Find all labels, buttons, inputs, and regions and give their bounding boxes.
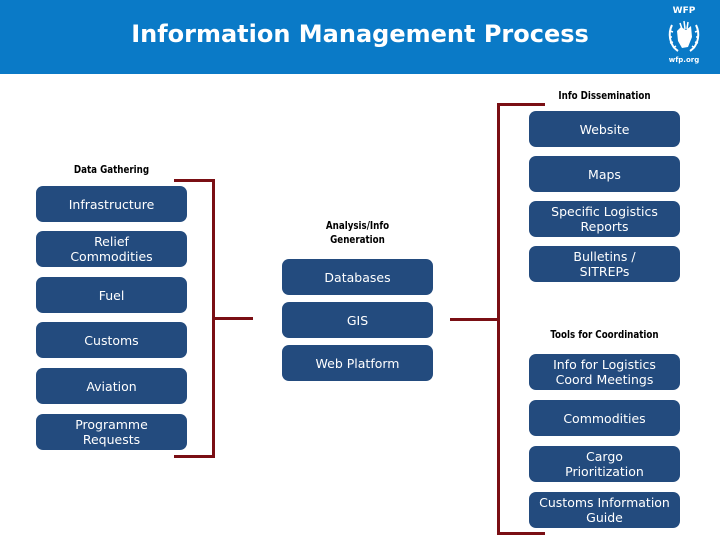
box-bulletins-sitreps: Bulletins / SITREPs	[529, 246, 680, 282]
left-bracket-top	[174, 179, 215, 182]
left-bracket-connector	[212, 317, 253, 320]
box-gis: GIS	[282, 302, 433, 338]
wfp-emblem-icon	[668, 20, 700, 52]
box-commodities: Commodities	[529, 400, 680, 436]
right-bracket-bottom	[497, 532, 545, 535]
left-bracket-bottom	[174, 455, 215, 458]
box-infrastructure: Infrastructure	[36, 186, 187, 222]
box-maps: Maps	[529, 156, 680, 192]
page-title: Information Management Process	[131, 20, 589, 48]
header-banner: Information Management Process WFP wfp.o…	[0, 0, 720, 74]
box-aviation: Aviation	[36, 368, 187, 404]
right-bracket-connector	[450, 318, 499, 321]
right-bracket-top	[497, 103, 545, 106]
data-gathering-label: Data Gathering	[73, 163, 150, 176]
info-dissemination-label: Info Dissemination	[558, 89, 651, 102]
box-programme-requests: Programme Requests	[36, 414, 187, 450]
box-web-platform: Web Platform	[282, 345, 433, 381]
box-fuel: Fuel	[36, 277, 187, 313]
box-specific-logistics-reports: Specific Logistics Reports	[529, 201, 680, 237]
box-customs-information-guide: Customs Information Guide	[529, 492, 680, 528]
box-info-logistics-meetings: Info for Logistics Coord Meetings	[529, 354, 680, 390]
logo-name: WFP	[672, 6, 696, 16]
tools-for-coordination-label: Tools for Coordination	[550, 328, 659, 341]
box-relief-commodities: Relief Commodities	[36, 231, 187, 267]
logo-url: wfp.org	[668, 56, 700, 64]
analysis-label: Analysis/Info Generation	[291, 219, 424, 247]
box-customs: Customs	[36, 322, 187, 358]
analysis-label-line1: Analysis/Info	[325, 219, 390, 232]
analysis-label-line2: Generation	[330, 233, 385, 246]
box-databases: Databases	[282, 259, 433, 295]
wfp-logo: WFP wfp.org	[658, 6, 710, 68]
box-cargo-prioritization: Cargo Prioritization	[529, 446, 680, 482]
box-website: Website	[529, 111, 680, 147]
